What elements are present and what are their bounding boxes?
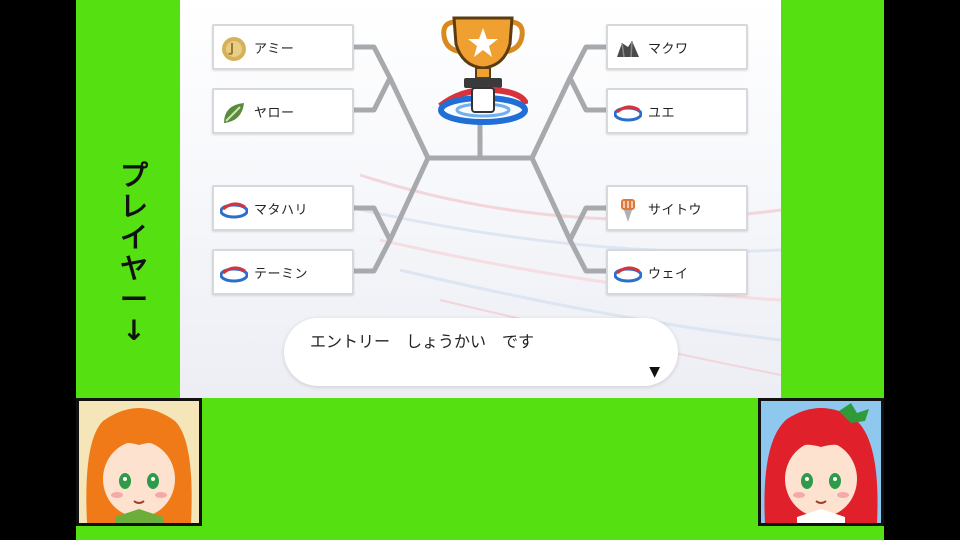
dialog-text: エントリー しょうかい です <box>310 332 535 351</box>
entry-right-2[interactable]: ユエ <box>606 88 748 134</box>
avatar-right <box>758 398 884 526</box>
entry-name: ユエ <box>648 106 676 121</box>
player-label: プ レ イ ヤ ー ↓ <box>119 159 148 347</box>
game-screen: アミー ヤロー マタハリ テーミン マクワ ユエ サイトウ ウェイ エントリー … <box>180 0 781 398</box>
league-swirl-logo-icon <box>438 86 528 125</box>
down-triangle-icon[interactable]: ▼ <box>649 364 660 380</box>
league-logo-icon <box>614 105 642 122</box>
entry-name: ヤロー <box>254 106 295 121</box>
league-logo-icon <box>220 266 248 283</box>
avatar-left <box>76 398 202 526</box>
gym-emblem-gold-icon <box>222 37 246 61</box>
grass-leaf-emblem-icon <box>224 103 244 123</box>
trophy-star-icon <box>438 16 528 125</box>
league-logo-icon <box>220 202 248 219</box>
entry-name: サイトウ <box>648 203 703 218</box>
entry-name: ウェイ <box>648 267 689 282</box>
entry-name: マタハリ <box>254 203 309 218</box>
entry-right-1[interactable]: マクワ <box>606 24 748 70</box>
entry-name: マクワ <box>648 42 689 57</box>
entry-left-4[interactable]: テーミン <box>212 249 354 295</box>
entry-name: アミー <box>254 42 295 57</box>
entry-right-3[interactable]: サイトウ <box>606 185 748 231</box>
entry-left-2[interactable]: ヤロー <box>212 88 354 134</box>
red-haired-girl-avatar <box>761 401 881 523</box>
entry-left-1[interactable]: アミー <box>212 24 354 70</box>
entry-name: テーミン <box>254 267 309 282</box>
entry-right-4[interactable]: ウェイ <box>606 249 748 295</box>
orange-haired-girl-avatar <box>79 401 199 523</box>
dialog-box[interactable]: エントリー しょうかい です ▼ <box>284 318 678 386</box>
entry-left-3[interactable]: マタハリ <box>212 185 354 231</box>
league-logo-icon <box>614 266 642 283</box>
fist-emblem-icon <box>621 199 635 222</box>
rock-emblem-icon <box>617 40 639 58</box>
